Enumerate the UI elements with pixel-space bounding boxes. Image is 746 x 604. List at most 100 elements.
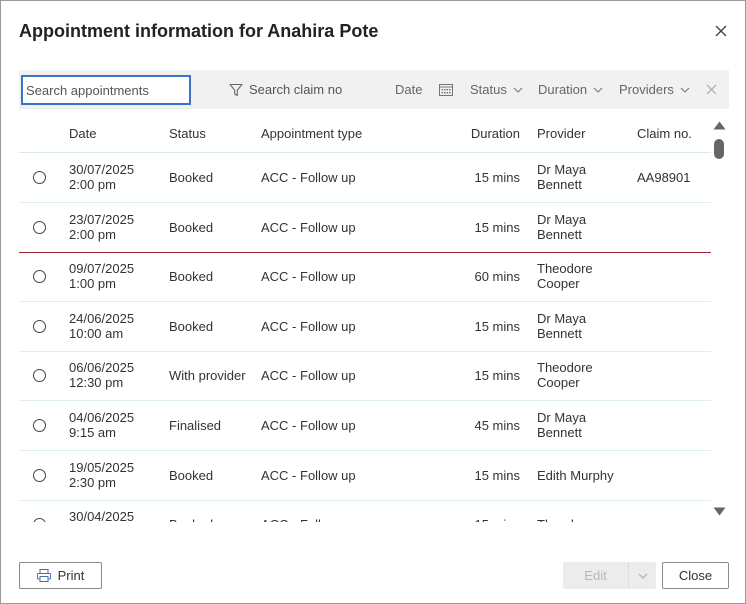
cell-duration: 15 mins [474,170,520,185]
cell-date: 23/07/2025 2:00 pm [69,212,134,242]
cell-duration: 15 mins [474,318,520,334]
cell-provider: Dr Maya Bennett [537,311,586,341]
edit-split-button: Edit [563,562,656,589]
cell-date: 09/07/2025 1:00 pm [69,261,134,291]
header-appointment-type[interactable]: Appointment type [261,126,362,141]
edit-dropdown-button[interactable] [629,562,656,589]
appointment-dialog: Appointment information for Anahira Pote… [0,0,746,604]
cell-provider: Dr Maya Bennett [537,212,586,242]
cell-date-day: 09/07/2025 [69,261,135,277]
cell-status: Booked [169,170,214,185]
cell-date: 24/06/2025 10:00 am [69,311,134,341]
cell-status: Booked [169,318,214,334]
table-row[interactable]: 04/06/2025 9:15 am Finalised ACC - Follow u… [19,401,711,451]
table-header: Date Status Appointment type Duration Pr… [19,117,711,153]
table-row[interactable]: 09/07/2025 1:00 pm Booked ACC - Follow up 60… [19,252,711,303]
scroll-thumb[interactable] [714,139,724,159]
table-row[interactable]: 19/05/2025 2:30 pm Booked ACC - Follow up 15… [19,451,711,501]
header-provider[interactable]: Provider [537,126,585,141]
cell-status: With provider [169,368,246,384]
table-row[interactable]: 06/06/2025 12:30 pm With provider ACC - Fol… [19,351,711,402]
cell-date-day: 04/06/2025 [69,410,135,425]
cell-provider: Theodore Cooper [537,360,593,390]
duration-filter[interactable]: Duration [538,70,603,109]
cell-appointment-type: ACC - Follow up [261,517,356,522]
cell-provider-line1: Dr Maya [537,310,587,326]
cell-appointment-type: ACC - Follow up [261,467,356,483]
cell-date-time: 1:00 pm [69,276,116,292]
chevron-down-icon [638,573,647,579]
edit-button[interactable]: Edit [563,562,629,589]
close-button-label: Close [678,568,713,583]
header-duration[interactable]: Duration [471,126,520,141]
row-select-radio[interactable] [33,468,46,482]
printer-icon [36,569,51,582]
cell-provider-line1: Theodore [537,360,593,376]
cell-date-time: 2:00 pm [69,226,116,242]
cell-date-time: 10:00 am [69,325,124,341]
close-button[interactable]: Close [662,562,729,589]
providers-filter-label: Providers [619,82,674,97]
cell-provider: Dr Maya Bennett [537,162,586,192]
cell-date-day: 06/06/2025 [69,360,135,376]
cell-date-time: 2:00 pm [69,177,116,192]
row-select-radio[interactable] [33,270,46,284]
cell-status: Booked [169,517,213,522]
status-filter[interactable]: Status [470,70,523,109]
table-row[interactable]: 24/06/2025 10:00 am Booked ACC - Follow up 1… [19,302,711,352]
cell-status: Booked [169,467,214,483]
cell-duration: 60 mins [474,269,520,285]
cell-date: 30/04/2025 [69,509,134,522]
header-date[interactable]: Date [69,126,96,141]
header-claim-no[interactable]: Claim no. [637,126,692,141]
cell-provider: Theodore [537,517,593,522]
filter-icon [229,83,243,96]
cell-date-day: 19/05/2025 [69,459,135,475]
scroll-up-icon[interactable] [713,121,726,130]
cell-provider-line1: Theodore [537,261,593,277]
date-filter[interactable]: Date [395,70,422,109]
claim-search[interactable]: Search claim no [229,70,342,109]
cell-duration: 15 mins [474,219,520,235]
header-status[interactable]: Status [169,126,206,141]
row-select-radio[interactable] [33,171,46,184]
providers-filter[interactable]: Providers [619,70,690,109]
status-filter-label: Status [470,82,507,97]
claim-search-label: Search claim no [249,82,343,97]
cell-provider-line2: Cooper [537,375,580,391]
calendar-icon[interactable] [439,70,453,109]
row-select-radio[interactable] [33,518,46,522]
cell-duration: 15 mins [474,368,520,384]
cell-provider: Edith Murphy [537,468,614,483]
row-select-radio[interactable] [33,319,46,333]
row-select-radio[interactable] [33,369,46,383]
row-select-radio[interactable] [33,419,46,432]
cell-status: Booked [169,269,214,285]
cell-date-day: 30/04/2025 [69,509,135,522]
close-icon[interactable] [711,21,731,41]
cell-appointment-type: ACC - Follow up [261,219,356,235]
table-scrollbar[interactable] [711,117,728,522]
print-button[interactable]: Print [19,562,102,589]
cell-date: 04/06/2025 9:15 am [69,410,134,440]
cell-duration: 15 mins [474,517,520,522]
scroll-down-icon[interactable] [713,507,726,516]
table-row[interactable]: 30/04/2025 Booked ACC - Follow up 15 mins Th… [19,500,711,522]
cell-provider-line1: Edith Murphy [537,467,614,483]
chevron-down-icon [593,87,603,93]
chevron-down-icon [680,87,690,93]
search-appointments-input[interactable] [21,75,191,105]
clear-filter-icon[interactable] [706,70,717,109]
cell-date-time: 12:30 pm [69,375,124,391]
cell-status: Finalised [169,418,222,433]
cell-date-time: 2:30 pm [69,474,116,490]
cell-provider-line2: Bennett [537,325,582,341]
cell-provider: Dr Maya Bennett [537,410,586,440]
table-row[interactable]: 23/07/2025 2:00 pm Booked ACC - Follow up 15… [19,203,711,253]
table-row[interactable]: 30/07/2025 2:00 pm Booked ACC - Follow up 15… [19,153,711,203]
cell-provider-line1: Theodore [537,517,593,522]
cell-date: 19/05/2025 2:30 pm [69,460,134,490]
cell-date-day: 23/07/2025 [69,211,135,227]
row-select-radio[interactable] [33,220,46,234]
cell-provider-line2: Bennett [537,177,582,192]
